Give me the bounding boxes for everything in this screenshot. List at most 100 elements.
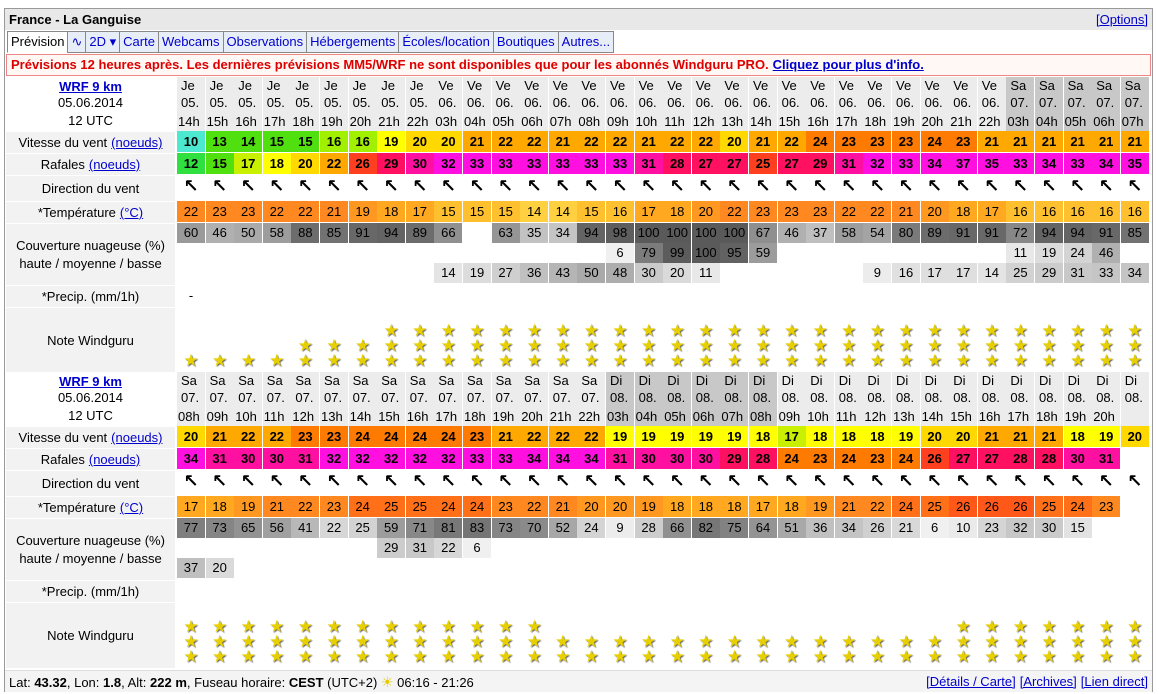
day-date: 08.: [610, 390, 629, 405]
hour-label: 21h: [377, 113, 406, 131]
cloud-low-cell: 17: [949, 263, 978, 283]
banner-link[interactable]: Cliquez pour plus d'info.: [773, 57, 924, 72]
rating-stars: ★ ★ ★: [291, 602, 319, 665]
day-label: Ve 06.: [834, 77, 863, 113]
gust-label-unit-link[interactable]: (noeuds): [89, 157, 140, 172]
hour-label: 06h: [691, 408, 720, 426]
day-label: Je 05.: [291, 77, 320, 113]
hour-label: 04h: [634, 408, 663, 426]
cloud-high-cell: 65: [234, 518, 263, 538]
wind-speed-cell: 16: [348, 131, 377, 152]
day-label: Di 08.: [606, 372, 634, 408]
day-name: Sa: [352, 373, 369, 388]
forecast-column: Ve 06. 15h 22 27 ↖ 23 46 ★ ★ ★: [777, 77, 806, 372]
gust-cell: 28: [663, 153, 692, 174]
tab-7[interactable]: Écoles/location: [398, 31, 494, 53]
gust-label-text: Rafales: [40, 452, 85, 467]
footer-link-0[interactable]: [Détails / Carte]: [926, 674, 1016, 689]
tab-6[interactable]: Hébergements: [306, 31, 400, 53]
alt-label: Alt:: [127, 675, 147, 690]
wind-direction-arrow-icon: ↖: [641, 175, 657, 196]
wind-speed-cell: 21: [634, 131, 663, 152]
gust-cell: 32: [320, 448, 348, 469]
tab-5[interactable]: Observations: [222, 31, 308, 53]
cloud-low-cell: 19: [463, 263, 491, 283]
temperature-cell: 26: [1006, 496, 1035, 517]
tab-9[interactable]: Autres...: [557, 31, 615, 53]
day-date: 05.: [209, 95, 228, 110]
footer-link-2[interactable]: [Lien direct]: [1081, 674, 1148, 689]
rating-stars: ★ ★ ★: [635, 307, 663, 369]
hour-label: 14h: [920, 408, 949, 426]
rating-stars: ★ ★ ★: [320, 602, 348, 666]
cloud-label: Couverture nuageuse (%) haute / moyenne …: [6, 223, 175, 285]
temperature-cell: 20: [920, 201, 949, 222]
hour-label: 03h: [1006, 113, 1035, 131]
temperature-cell: 23: [1092, 496, 1121, 517]
wind-speed-cell: 20: [920, 426, 949, 447]
temperature-label-unit-link[interactable]: (°C): [120, 500, 143, 515]
gust-label-unit-link[interactable]: (noeuds): [89, 452, 140, 467]
gust-cell: 34: [520, 448, 549, 469]
temperature-label: *Température (°C): [6, 496, 175, 518]
day-name: Sa: [1124, 78, 1141, 93]
tab-4[interactable]: Webcams: [157, 31, 224, 53]
temperature-cell: 26: [949, 496, 978, 517]
wind-speed-cell: 24: [377, 426, 406, 447]
wind-label: Vitesse du vent (noeuds): [6, 426, 175, 448]
wind-speed-cell: 21: [749, 131, 777, 152]
cloud-mid-cell: 6: [606, 243, 634, 263]
wind-direction-arrow-icon: ↖: [355, 470, 371, 491]
tab-2[interactable]: 2D ▾: [85, 31, 121, 53]
temperature-label-unit-link[interactable]: (°C): [120, 205, 143, 220]
model-link[interactable]: WRF 9 km: [6, 79, 175, 94]
day-name: Di: [1067, 373, 1080, 388]
gust-cell: 24: [834, 448, 863, 469]
day-label: Di 08.: [720, 372, 749, 408]
options-link[interactable]: [Options]: [1096, 12, 1148, 27]
gust-cell: 33: [1006, 153, 1035, 174]
init-utc: 12 UTC: [68, 113, 113, 128]
tab-8[interactable]: Boutiques: [492, 31, 559, 53]
day-label: Sa 07.: [520, 372, 549, 408]
wind-label-unit-link[interactable]: (noeuds): [111, 430, 162, 445]
day-name: Di: [810, 373, 823, 388]
tab-3[interactable]: Carte: [119, 31, 159, 53]
star-icon: ★: [326, 647, 342, 666]
cloud-mid-cell: [949, 538, 978, 558]
forecast-column: Ve 06. 11h 22 28 ↖ 18 100 99 20 ★ ★ ★: [663, 77, 692, 372]
temperature-label-text: *Température: [37, 500, 116, 515]
wind-direction-arrow-icon: ↖: [955, 470, 971, 491]
wind-speed-cell: 20: [405, 131, 434, 152]
cloud-low-cell: [920, 558, 949, 578]
model-link[interactable]: WRF 9 km: [6, 374, 175, 389]
hour-label: 15h: [205, 113, 234, 131]
forecast-column: Sa 07. 12h 23 31 ↖ 22 41 ★ ★ ★: [291, 372, 320, 668]
cloud-high-cell: [1120, 518, 1149, 538]
wind-direction-arrow-icon: ↖: [984, 175, 1000, 196]
day-name: Di: [667, 373, 680, 388]
wind-speed-cell: 21: [1120, 131, 1149, 152]
tab-0[interactable]: Prévision: [7, 31, 69, 53]
star-icon: ★: [612, 647, 628, 666]
rating-stars: ★ ★ ★: [463, 307, 491, 369]
rating-stars: ★ ★ ★: [263, 602, 291, 665]
gust-cell: 33: [548, 153, 577, 174]
gust-label: Rafales (noeuds): [6, 153, 175, 175]
star-icon: ★: [841, 647, 857, 666]
cloud-mid-cell: [348, 243, 377, 263]
forecast-column: Je 05. 17h 15 18 ↖ 22 58 ★: [262, 77, 291, 372]
cloud-high-cell: 75: [720, 518, 749, 538]
rating-stars: ★ ★ ★: [463, 602, 491, 665]
rating-stars: ★: [263, 307, 291, 369]
lat-value: 43.32: [34, 675, 67, 690]
wind-label-unit-link[interactable]: (noeuds): [111, 135, 162, 150]
wind-speed-cell: 24: [806, 131, 835, 152]
footer-link-1[interactable]: [Archives]: [1020, 674, 1077, 689]
gust-cell: 33: [463, 153, 491, 174]
day-label: Ve 06.: [548, 77, 577, 113]
cloud-high-cell: 54: [863, 223, 892, 243]
day-name: Ve: [638, 78, 654, 93]
hour-label: 04h: [1035, 113, 1063, 131]
tab-1[interactable]: ∿: [67, 31, 87, 53]
